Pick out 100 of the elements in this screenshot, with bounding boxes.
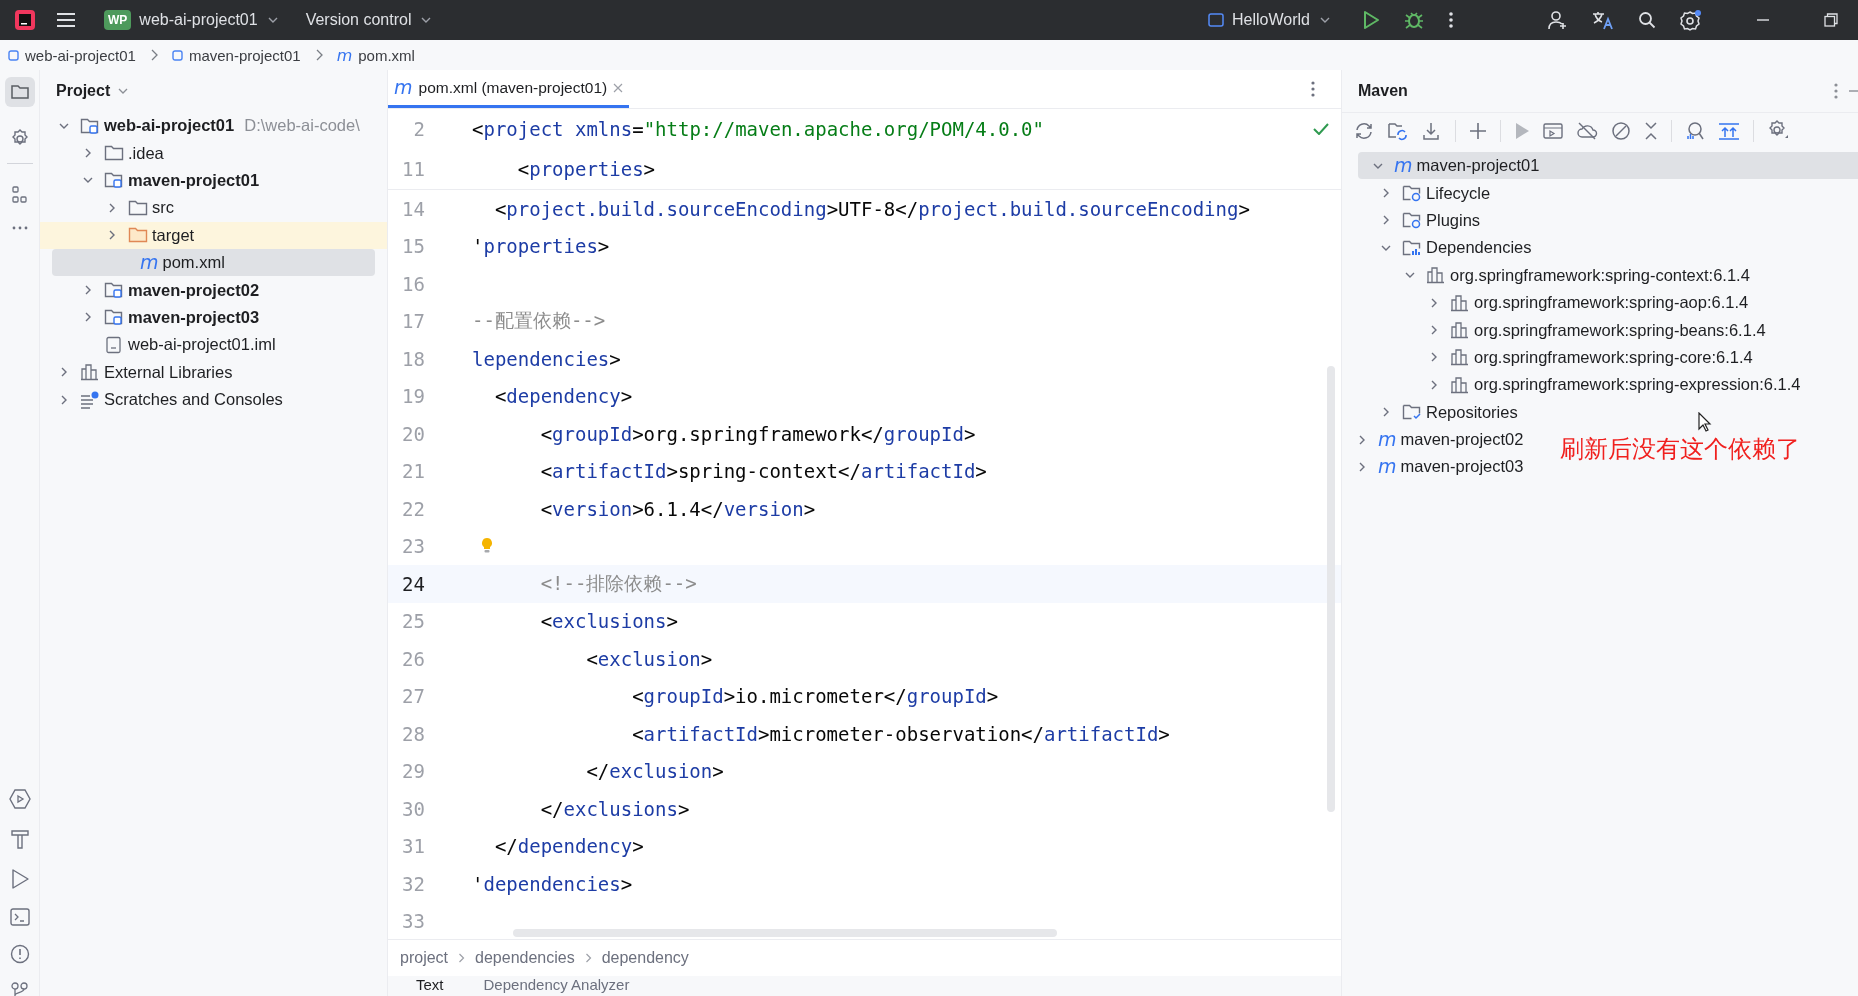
arrows-up-icon[interactable]: [1718, 122, 1740, 140]
settings-icon[interactable]: [1680, 9, 1702, 31]
code-line: <groupId>org.springframework</groupId>: [539, 422, 976, 445]
tree-item[interactable]: External Libraries: [40, 358, 387, 386]
breadcrumb-link[interactable]: dependency: [601, 949, 689, 967]
tree-item[interactable]: maven-project03: [40, 303, 387, 332]
tree-item[interactable]: Lifecycle: [1342, 179, 1491, 207]
item-label: maven-project03: [1400, 457, 1524, 477]
tree-item[interactable]: src: [40, 194, 387, 222]
more-icon[interactable]: [1448, 11, 1454, 29]
code-line: <properties>: [516, 158, 656, 180]
tree-item[interactable]: web-ai-project01.iml: [40, 331, 387, 359]
tree-item[interactable]: Dependencies: [1342, 234, 1532, 262]
chevron-right-icon: [149, 49, 158, 61]
panel-title[interactable]: Project: [56, 82, 111, 100]
tree-item[interactable]: m maven-project03: [1342, 453, 1524, 481]
tree-item[interactable]: org.springframework:spring-aop:6.1.4: [1342, 288, 1749, 317]
translate-icon[interactable]: [1592, 10, 1614, 30]
item-label: Repositories: [1426, 402, 1518, 422]
item-label: web-ai-project01.iml: [128, 335, 276, 355]
services-icon[interactable]: [8, 788, 31, 810]
maven-icon: m: [1378, 457, 1397, 477]
close-icon[interactable]: [613, 82, 624, 93]
breadcrumb-link[interactable]: dependencies: [475, 949, 575, 967]
scrollbar[interactable]: [513, 929, 1057, 937]
folder-icon: [128, 226, 148, 245]
item-label: org.springframework:spring-aop:6.1.4: [1474, 293, 1749, 313]
tree-item[interactable]: web-ai-project01 D:\web-ai-code\: [40, 112, 387, 140]
module-folder-icon: [104, 281, 124, 300]
tree-item[interactable]: org.springframework:spring-core:6.1.4: [1342, 343, 1753, 372]
cloud-off-icon[interactable]: [1576, 122, 1598, 140]
code-line: <exclusions>: [539, 610, 678, 633]
line-number: 22: [401, 497, 425, 520]
tree-item[interactable]: org.springframework:spring-context:6.1.4: [1342, 261, 1750, 289]
line-number: 11: [401, 158, 425, 180]
download-icon[interactable]: [1422, 121, 1442, 141]
run-config-selector[interactable]: HelloWorld: [1200, 7, 1338, 33]
line-number: 25: [401, 610, 425, 633]
tree-item[interactable]: m pom.xml: [52, 248, 375, 277]
code-line: lependencies>: [472, 347, 621, 370]
library-icon: [1450, 321, 1470, 340]
lightbulb-icon[interactable]: [481, 536, 493, 554]
hammer-icon[interactable]: [9, 828, 30, 850]
breadcrumb-link[interactable]: maven-project01: [188, 46, 301, 64]
app-logo-icon[interactable]: [14, 9, 36, 31]
tree-item[interactable]: Plugins: [1342, 206, 1481, 235]
breadcrumb-link[interactable]: project: [400, 949, 449, 967]
code-line: <dependency>: [493, 385, 633, 408]
tree-item[interactable]: maven-project01: [40, 166, 387, 195]
problems-icon[interactable]: [9, 944, 30, 964]
vcs-menu[interactable]: Version control: [297, 7, 440, 33]
tree-item[interactable]: org.springframework:spring-beans:6.1.4: [1342, 316, 1766, 344]
tree-item[interactable]: m maven-project01: [1358, 152, 1858, 180]
library-icon: [1426, 266, 1446, 285]
code-line: <exclusion>: [585, 647, 713, 670]
search-icon[interactable]: [1638, 11, 1656, 29]
scrollbar[interactable]: [1327, 366, 1335, 812]
terminal-icon[interactable]: [9, 908, 30, 926]
window-icon[interactable]: [1543, 122, 1563, 140]
structure-icon[interactable]: [10, 186, 29, 204]
restore-icon[interactable]: [1824, 13, 1838, 27]
folder-refresh-icon[interactable]: [1387, 121, 1409, 141]
folder-icon[interactable]: [4, 77, 35, 107]
refresh-icon[interactable]: [1354, 121, 1374, 141]
plus-icon[interactable]: [1469, 122, 1487, 140]
blocked-icon[interactable]: [1611, 121, 1631, 141]
breadcrumb-link[interactable]: web-ai-project01: [25, 46, 136, 64]
tree-item[interactable]: Scratches and Consoles: [40, 385, 387, 414]
check-icon: [1313, 123, 1329, 135]
item-label: Dependencies: [1426, 238, 1532, 258]
tab[interactable]: Dependency Analyzer: [483, 976, 630, 994]
module-folder-icon: [104, 308, 124, 327]
tree-item[interactable]: org.springframework:spring-expression:6.1.4: [1342, 371, 1801, 399]
tree-item[interactable]: Repositories: [1342, 398, 1518, 426]
debug-icon[interactable]: [1404, 10, 1424, 30]
collapse-icon[interactable]: [1644, 122, 1658, 140]
run-icon[interactable]: [1362, 10, 1380, 30]
play-icon[interactable]: [9, 868, 30, 890]
line-number: 14: [401, 197, 425, 220]
project-switcher[interactable]: WP web-ai-project01: [96, 6, 286, 34]
line-number: 33: [401, 910, 425, 933]
tree-item[interactable]: target: [40, 221, 387, 249]
tab[interactable]: Text: [416, 976, 444, 994]
more-icon[interactable]: [1311, 81, 1315, 97]
menu-icon[interactable]: [56, 12, 76, 28]
item-label: src: [152, 198, 174, 218]
tree-item[interactable]: m maven-project02: [1342, 425, 1524, 454]
add-user-icon[interactable]: [1548, 10, 1568, 30]
chevron-down-icon[interactable]: [118, 88, 129, 94]
more-icon[interactable]: [10, 226, 29, 230]
line-number: 24: [401, 572, 425, 595]
editor-tab[interactable]: m pom.xml (maven-project01): [388, 70, 630, 108]
magnifier-icon[interactable]: [1685, 121, 1705, 141]
line-number: 18: [401, 347, 425, 370]
item-path: D:\web-ai-code\: [244, 116, 360, 136]
breadcrumb-link[interactable]: pom.xml: [358, 46, 415, 64]
tree-item[interactable]: maven-project02: [40, 276, 387, 304]
tree-item[interactable]: .idea: [40, 139, 387, 167]
git-branch-icon[interactable]: [10, 982, 29, 996]
library-icon: [1450, 293, 1470, 312]
